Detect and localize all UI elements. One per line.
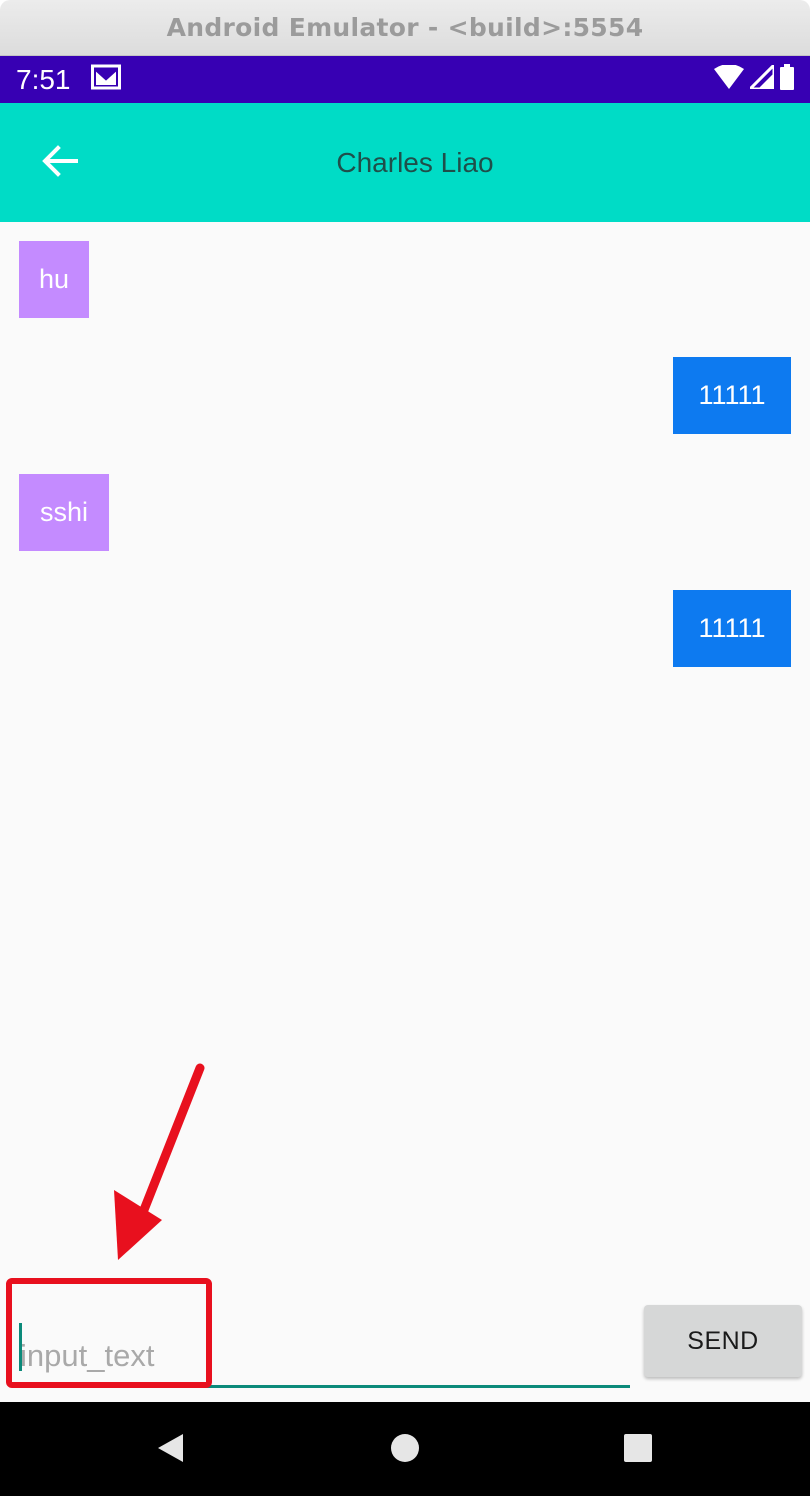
back-triangle-icon [155, 1432, 185, 1469]
system-nav-bar [0, 1402, 810, 1496]
chat-message-list[interactable]: hu 11111 sshi 11111 [0, 222, 810, 1402]
status-icons [714, 61, 794, 95]
battery-icon [780, 64, 794, 95]
window-title: Android Emulator - <build>:5554 [166, 13, 644, 42]
message-bubble-sent: 11111 [673, 357, 791, 434]
conversation-title: Charles Liao [336, 146, 494, 178]
status-bar: 7:51 [0, 56, 810, 103]
gmail-icon [90, 64, 121, 95]
recents-square-icon [623, 1433, 653, 1468]
status-time: 7:51 [16, 63, 71, 95]
message-bubble-sent: 11111 [673, 590, 791, 667]
nav-home-button[interactable] [375, 1420, 435, 1480]
window-titlebar: Android Emulator - <build>:5554 [0, 0, 810, 56]
text-caret [19, 1323, 22, 1371]
wifi-icon [714, 64, 744, 94]
home-circle-icon [389, 1432, 421, 1469]
nav-recents-button[interactable] [608, 1420, 668, 1480]
app-bar: Charles Liao [0, 103, 810, 222]
cell-signal-icon [746, 61, 776, 94]
message-bubble-received: hu [19, 241, 89, 318]
send-button[interactable]: SEND [644, 1305, 802, 1377]
nav-back-button[interactable] [140, 1420, 200, 1480]
message-input[interactable] [18, 1300, 630, 1388]
message-bubble-received: sshi [19, 474, 109, 551]
